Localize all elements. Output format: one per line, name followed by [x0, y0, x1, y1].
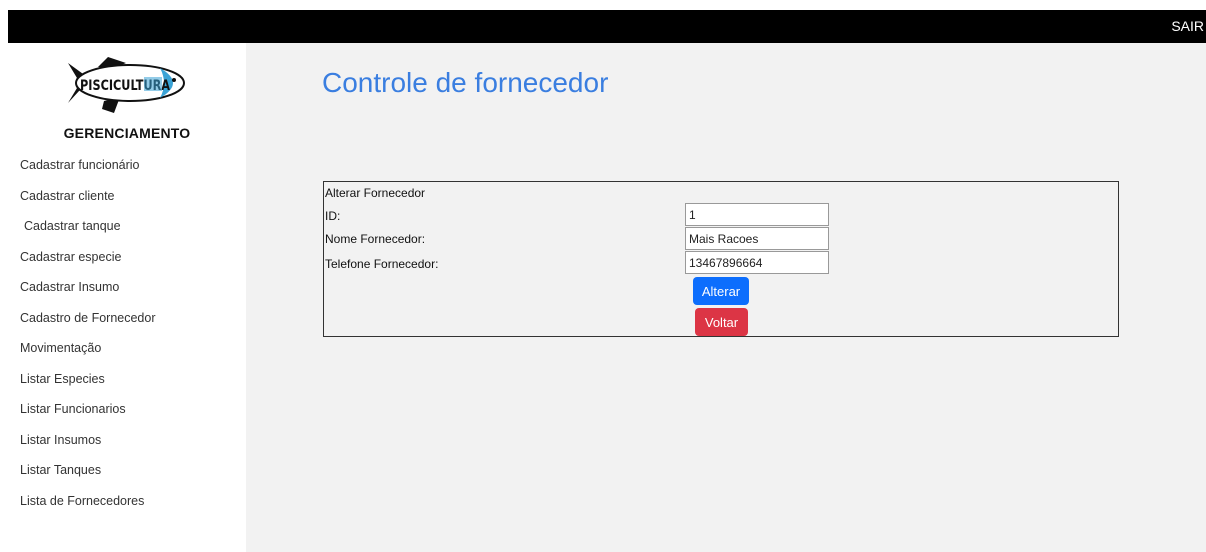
- fish-logo: PISCICULTURA: [64, 55, 188, 117]
- brand-title: GERENCIAMENTO: [63, 125, 191, 141]
- sidebar-item-listar-funcionarios[interactable]: Listar Funcionarios: [20, 399, 156, 430]
- sidebar-item-cadastrar-cliente[interactable]: Cadastrar cliente: [20, 186, 156, 217]
- alterar-button[interactable]: Alterar: [693, 277, 749, 305]
- sidebar-item-cadastro-fornecedor[interactable]: Cadastro de Fornecedor: [20, 308, 156, 339]
- sidebar-menu: Cadastrar funcionário Cadastrar cliente …: [20, 155, 156, 521]
- sidebar-item-lista-fornecedores[interactable]: Lista de Fornecedores: [20, 491, 156, 522]
- sidebar-item-listar-insumos[interactable]: Listar Insumos: [20, 430, 156, 461]
- sidebar-item-movimentacao[interactable]: Movimentação: [20, 338, 156, 369]
- supplier-phone-label: Telefone Fornecedor:: [325, 257, 439, 271]
- id-label: ID:: [325, 209, 341, 223]
- supplier-name-label: Nome Fornecedor:: [325, 232, 426, 246]
- main-content: Controle de fornecedor Alterar Fornecedo…: [246, 43, 1206, 552]
- sidebar-item-cadastrar-especie[interactable]: Cadastrar especie: [20, 247, 156, 278]
- voltar-button[interactable]: Voltar: [695, 308, 748, 336]
- supplier-name-field[interactable]: [685, 227, 829, 250]
- fish-logo-icon: PISCICULTURA: [68, 57, 185, 113]
- edit-supplier-form: Alterar Fornecedor ID: Nome Fornecedor: …: [323, 181, 1119, 337]
- page-title: Controle de fornecedor: [322, 67, 609, 98]
- sidebar-item-listar-tanques[interactable]: Listar Tanques: [20, 460, 156, 491]
- logout-link[interactable]: SAIR: [1171, 18, 1204, 34]
- sidebar: PISCICULTURA GERENCIAMENTO Cadastrar fun…: [8, 43, 246, 552]
- top-bar: SAIR: [8, 10, 1206, 43]
- id-field[interactable]: [685, 203, 829, 226]
- sidebar-item-cadastrar-funcionario[interactable]: Cadastrar funcionário: [20, 155, 156, 186]
- sidebar-item-listar-especies[interactable]: Listar Especies: [20, 369, 156, 400]
- sidebar-item-cadastrar-tanque[interactable]: Cadastrar tanque: [20, 216, 156, 247]
- form-title: Alterar Fornecedor: [325, 186, 426, 200]
- supplier-phone-field[interactable]: [685, 251, 829, 274]
- sidebar-item-cadastrar-insumo[interactable]: Cadastrar Insumo: [20, 277, 156, 308]
